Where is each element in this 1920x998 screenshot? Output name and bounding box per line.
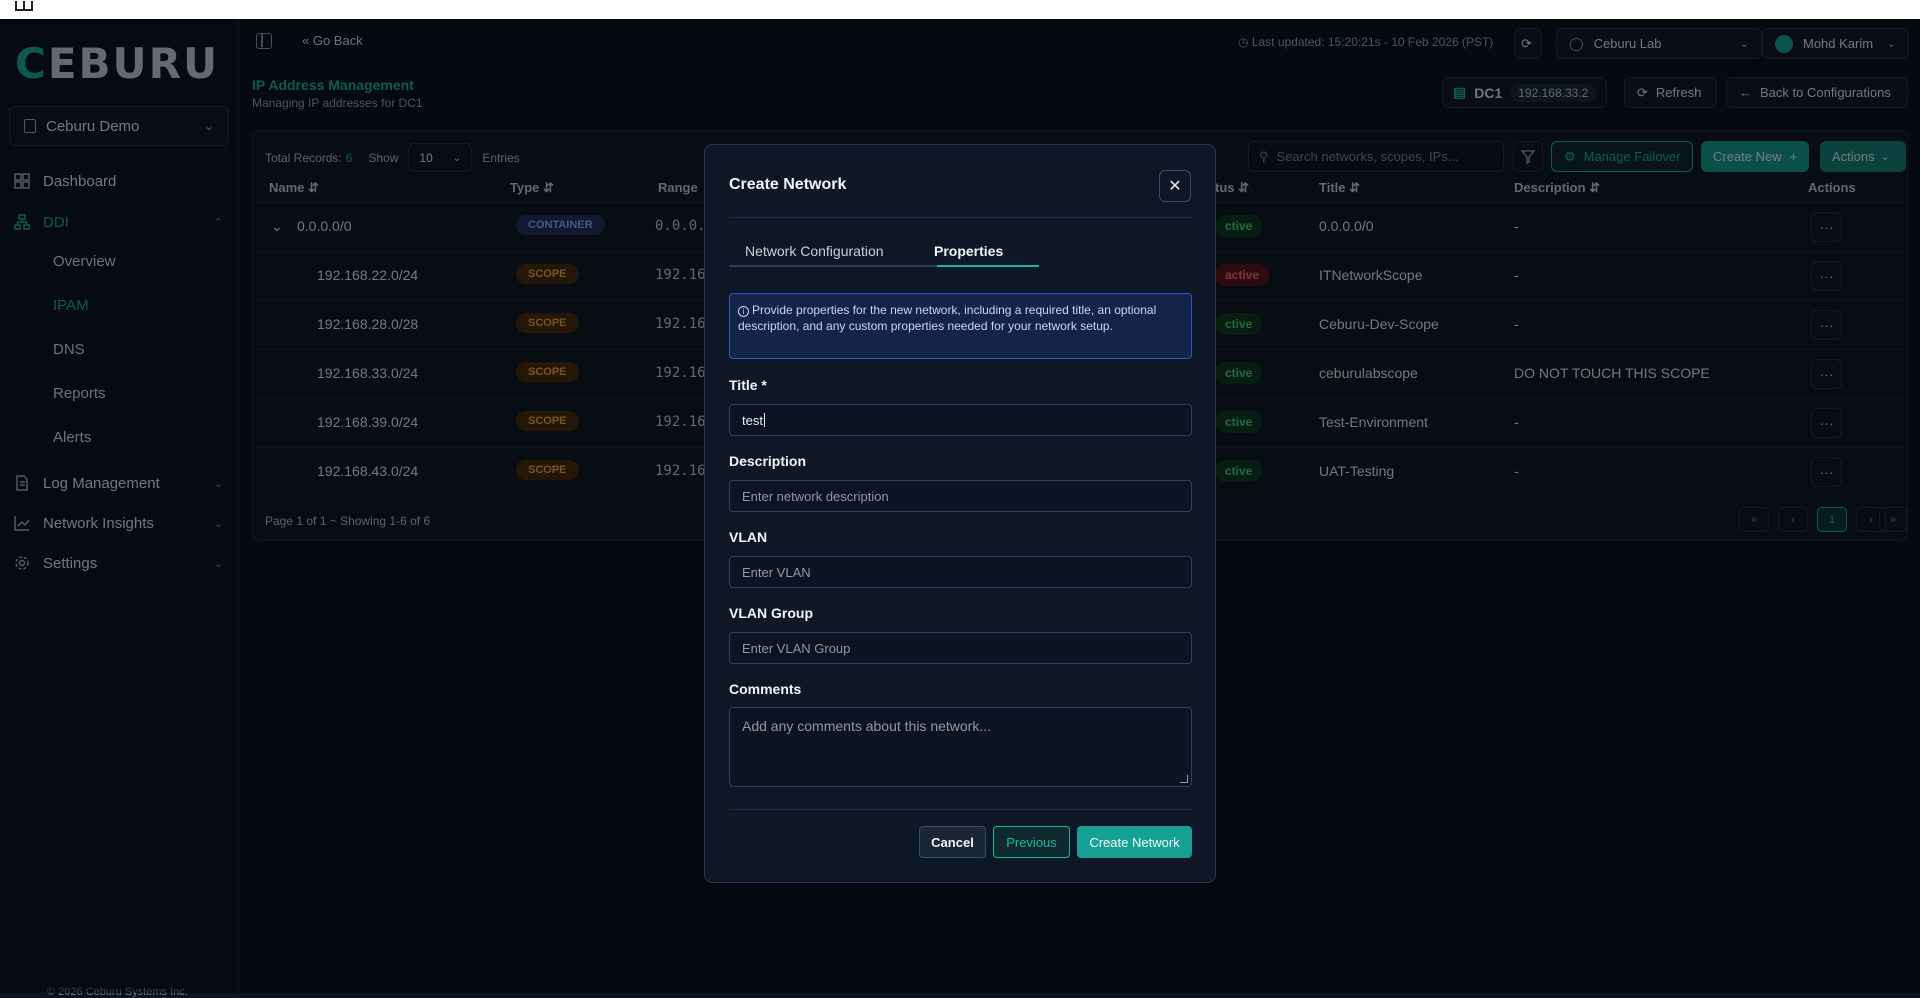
comments-placeholder: Add any comments about this network... (742, 718, 992, 734)
vlan-label: VLAN (729, 529, 768, 545)
comments-label: Comments (729, 681, 802, 697)
info-banner: i Provide properties for the new network,… (729, 293, 1192, 359)
cancel-button[interactable]: Cancel (919, 826, 986, 858)
description-input[interactable]: Enter network description (729, 480, 1192, 512)
info-icon: i (738, 306, 749, 317)
create-network-button[interactable]: Create Network (1077, 826, 1192, 858)
os-top-strip (0, 0, 1920, 19)
vlan-group-label: VLAN Group (729, 605, 813, 621)
dialog-title: Create Network (729, 176, 847, 193)
comments-textarea[interactable]: Add any comments about this network... (729, 707, 1192, 787)
window-icon (15, 1, 33, 11)
active-tab-indicator (937, 265, 1039, 267)
title-value: test (742, 412, 763, 428)
title-label: Title * (729, 377, 767, 393)
description-label: Description (729, 453, 807, 469)
close-icon[interactable]: ✕ (1159, 170, 1191, 202)
resize-handle-icon[interactable] (1180, 775, 1188, 783)
create-network-dialog: Create Network ✕ Network Configuration P… (704, 144, 1216, 883)
vlan-input[interactable]: Enter VLAN (729, 556, 1192, 588)
divider (729, 809, 1193, 810)
vlan-group-input[interactable]: Enter VLAN Group (729, 632, 1192, 664)
tab-network-configuration[interactable]: Network Configuration (745, 243, 884, 259)
info-text: Provide properties for the new network, … (738, 303, 1157, 333)
tab-properties[interactable]: Properties (934, 243, 1003, 259)
title-input[interactable]: test (729, 404, 1192, 436)
divider (729, 217, 1193, 218)
dialog-tabs: Network Configuration Properties (729, 233, 1039, 267)
previous-button[interactable]: Previous (993, 826, 1070, 858)
text-cursor (763, 413, 765, 427)
